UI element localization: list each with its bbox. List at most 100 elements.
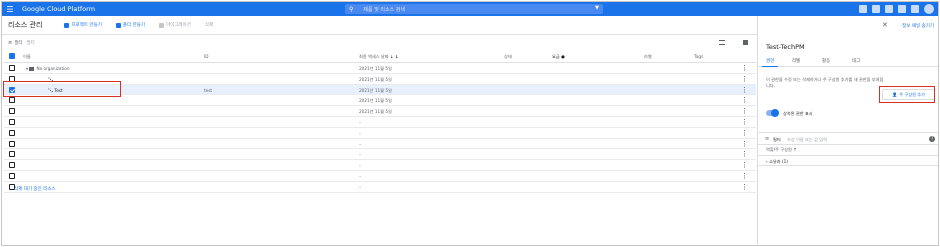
column-name[interactable]: 이름: [23, 54, 31, 60]
row-name[interactable]: ⋱: [48, 77, 53, 83]
panel-filter-bar[interactable]: ≡ 필터 속성 이름 또는 값 입력 ?: [758, 132, 938, 145]
column-charges[interactable]: 요금 ●: [552, 54, 565, 60]
resource-toolbar: 리소스 관리 프로젝트 만들기 폴더 만들기 마이그레이션 삭제: [2, 16, 757, 35]
table-row[interactable]: – ⋮: [4, 139, 756, 150]
row-checkbox[interactable]: [9, 65, 15, 71]
project-node-icon: ⋱: [48, 87, 53, 94]
column-tags[interactable]: Tags: [694, 54, 703, 59]
more-actions-icon[interactable]: ⋮: [741, 107, 748, 115]
tab-permissions[interactable]: 권한: [766, 58, 774, 64]
delete-button[interactable]: 삭제: [205, 22, 213, 28]
table-row[interactable]: – ⋮: [4, 160, 756, 171]
resource-table: 이름 ID 최종 액세스 날짜 ⇣ ↓ 상태 요금 ● 라벨 Tags ▾ No…: [4, 50, 756, 193]
info-panel: ✕ 정보 패널 숨기기 Test-TechPM 권한 라벨 활동 태그 이 권한…: [758, 16, 938, 245]
gift-icon[interactable]: [872, 5, 880, 13]
more-actions-icon[interactable]: ⋮: [741, 150, 748, 158]
search-bar[interactable]: ⚲ 제품 및 리소스 검색 ▼: [345, 4, 603, 14]
row-checkbox[interactable]: [9, 97, 15, 104]
table-row[interactable]: ▾ No organization 2021년 11월 5일 ⋮: [4, 63, 756, 74]
panel-tabs: 권한 라벨 활동 태그: [758, 56, 938, 67]
create-folder-button[interactable]: 폴더 만들기: [115, 22, 145, 28]
row-checkbox[interactable]: [9, 140, 15, 147]
panel-filter-label: 필터: [773, 137, 781, 142]
create-project-button[interactable]: 프로젝트 만들기: [64, 22, 102, 28]
panel-title: Test-TechPM: [766, 43, 805, 51]
table-row[interactable]: ⋱ Test test 2021년 11월 5일 ⋮: [4, 84, 756, 96]
notifications-icon[interactable]: [898, 5, 906, 13]
person-add-icon: 👤: [892, 91, 898, 97]
row-checkbox[interactable]: [9, 151, 15, 158]
table-row[interactable]: 2021년 11월 5일 ⋮: [4, 95, 756, 107]
panel-filter-input[interactable]: 속성 이름 또는 값 입력: [787, 137, 827, 143]
more-actions-icon[interactable]: ⋮: [741, 96, 748, 104]
row-checkbox[interactable]: [9, 75, 15, 82]
row-last-access: –: [359, 130, 362, 136]
add-member-button[interactable]: 👤 주 구성원 추가: [882, 89, 935, 100]
screenshot-frame: ☰ Google Cloud Platform ⚲ 제품 및 리소스 검색 ▼ …: [1, 1, 939, 246]
row-last-access: 2021년 11월 5일: [359, 87, 392, 93]
table-row[interactable]: 2021년 11월 5일 ⋮: [4, 106, 756, 117]
density-icon[interactable]: [743, 40, 748, 45]
row-name[interactable]: ⋱ Test: [48, 88, 63, 94]
help-icon[interactable]: [885, 5, 893, 13]
row-checkbox[interactable]: [9, 108, 15, 115]
role-column-header[interactable]: 역할/주 구성원 ↑: [766, 147, 797, 153]
toggle-label: 상속된 권한 표시: [783, 111, 813, 116]
table-row[interactable]: – ⋮: [4, 171, 756, 182]
row-last-access: –: [359, 173, 362, 179]
help-icon[interactable]: ?: [929, 136, 935, 142]
select-all-checkbox[interactable]: [9, 53, 15, 59]
more-actions-icon[interactable]: ⋮: [741, 64, 748, 72]
table-row[interactable]: ⋱ 2021년 11월 5일 ⋮: [4, 74, 756, 85]
column-id[interactable]: ID: [204, 54, 208, 59]
row-checkbox[interactable]: [9, 129, 15, 136]
row-last-access: 2021년 11월 5일: [359, 109, 392, 115]
table-row[interactable]: – ⋮: [4, 182, 756, 193]
more-actions-icon[interactable]: ⋮: [741, 75, 748, 83]
column-labels[interactable]: 라벨: [644, 54, 652, 60]
inherited-permissions-toggle[interactable]: [766, 109, 779, 117]
search-icon: ⚲: [349, 5, 354, 13]
more-options-icon[interactable]: [911, 5, 919, 13]
column-status[interactable]: 상태: [504, 54, 512, 60]
row-checkbox[interactable]: [9, 86, 15, 93]
column-last-access[interactable]: 최종 액세스 날짜 ⇣ ↓: [359, 54, 398, 60]
filter-input[interactable]: 필터: [26, 40, 34, 46]
row-name[interactable]: ▾ No organization: [26, 66, 70, 71]
more-actions-icon[interactable]: ⋮: [741, 129, 748, 137]
hide-info-panel-button[interactable]: 정보 패널 숨기기: [902, 23, 934, 29]
more-actions-icon[interactable]: ⋮: [741, 183, 748, 191]
more-actions-icon[interactable]: ⋮: [741, 172, 748, 180]
tab-labels[interactable]: 라벨: [792, 58, 800, 64]
more-actions-icon[interactable]: ⋮: [741, 118, 748, 126]
active-tab-indicator: [762, 65, 778, 67]
permissions-description: 이 권한을 수정 또는 삭제하거나 주 구성원 추가를 새 권한을 부여합니다.: [766, 77, 884, 88]
avatar[interactable]: [924, 4, 934, 14]
table-header: 이름 ID 최종 액세스 날짜 ⇣ ↓ 상태 요금 ● 라벨 Tags: [4, 50, 756, 63]
pending-deletion-link[interactable]: 삭제 대기 중인 리소스: [14, 186, 56, 192]
info-panel-header: ✕ 정보 패널 숨기기: [758, 16, 938, 35]
chevron-down-icon[interactable]: ▼: [595, 5, 599, 11]
table-body: ▾ No organization 2021년 11월 5일 ⋮ ⋱ 2021년 11…: [4, 63, 756, 193]
tab-activity[interactable]: 활동: [822, 58, 830, 64]
table-row[interactable]: – ⋮: [4, 128, 756, 139]
cloud-shell-icon[interactable]: [859, 5, 867, 13]
migrate-button[interactable]: 마이그레이션: [159, 22, 191, 28]
column-display-icon[interactable]: [719, 40, 725, 45]
more-actions-icon[interactable]: ⋮: [741, 140, 748, 148]
gcp-logo[interactable]: Google Cloud Platform: [22, 5, 95, 13]
close-icon[interactable]: ✕: [882, 21, 888, 29]
filter-icon: ≡: [8, 39, 13, 46]
row-checkbox[interactable]: [9, 172, 15, 179]
filter-bar[interactable]: ≡ 필터 필터: [2, 36, 757, 49]
role-row-owner[interactable]: › 소유자 (1): [758, 155, 938, 166]
more-actions-icon[interactable]: ⋮: [741, 86, 748, 94]
row-last-access: 2021년 11월 5일: [359, 98, 392, 104]
row-checkbox[interactable]: [9, 162, 15, 169]
hamburger-menu-icon[interactable]: ☰: [2, 2, 18, 16]
more-actions-icon[interactable]: ⋮: [741, 161, 748, 169]
table-row[interactable]: – ⋮: [4, 149, 756, 161]
row-checkbox[interactable]: [9, 118, 15, 125]
table-row[interactable]: – ⋮: [4, 117, 756, 128]
tab-tags[interactable]: 태그: [852, 58, 860, 64]
